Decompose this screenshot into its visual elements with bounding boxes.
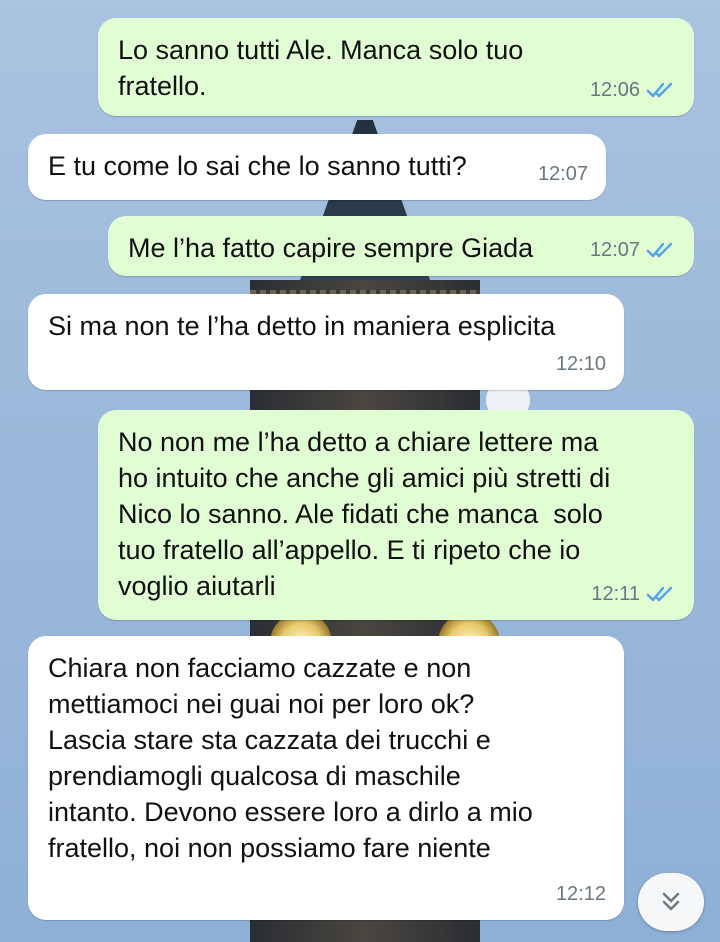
message-time: 12:11 [591,583,640,605]
message-time: 12:12 [555,883,606,905]
double-chevron-down-icon [662,892,680,911]
message-bubble-incoming[interactable]: Si ma non te l’ha detto in maniera espli… [28,294,624,390]
message-bubble-incoming[interactable]: Chiara non facciamo cazzate e non mettia… [28,636,624,920]
message-bubble-incoming[interactable]: E tu come lo sai che lo sanno tutti? 12:… [28,134,606,200]
read-receipt-icon [646,242,673,258]
message-text: Chiara non facciamo cazzate e non mettia… [48,653,533,863]
read-receipt-icon [646,82,673,98]
message-meta: 12:06 [590,72,676,108]
scroll-to-bottom-button[interactable] [638,873,704,931]
message-text: Si ma non te l’ha detto in maniera espli… [48,311,556,341]
message-bubble-outgoing[interactable]: No non me l’ha detto a chiare lettere ma… [98,410,694,620]
message-time: 12:06 [589,79,640,101]
message-time: 12:07 [589,239,640,261]
message-meta: 12:07 [538,156,588,192]
message-bubble-outgoing[interactable]: Me l’ha fatto capire sempre Giada 12:07 [108,216,694,276]
message-time: 12:10 [555,353,606,375]
message-bubble-outgoing[interactable]: Lo sanno tutti Ale. Manca solo tuo frate… [98,18,694,116]
message-meta: 12:12 [556,876,606,912]
message-meta: 12:11 [591,576,676,612]
message-meta: 12:10 [556,346,606,382]
message-text: E tu come lo sai che lo sanno tutti? [48,151,467,181]
read-receipt-icon [646,586,673,602]
message-list[interactable]: Lo sanno tutti Ale. Manca solo tuo frate… [0,0,720,942]
message-meta: 12:07 [590,232,676,268]
message-time: 12:07 [537,163,588,185]
